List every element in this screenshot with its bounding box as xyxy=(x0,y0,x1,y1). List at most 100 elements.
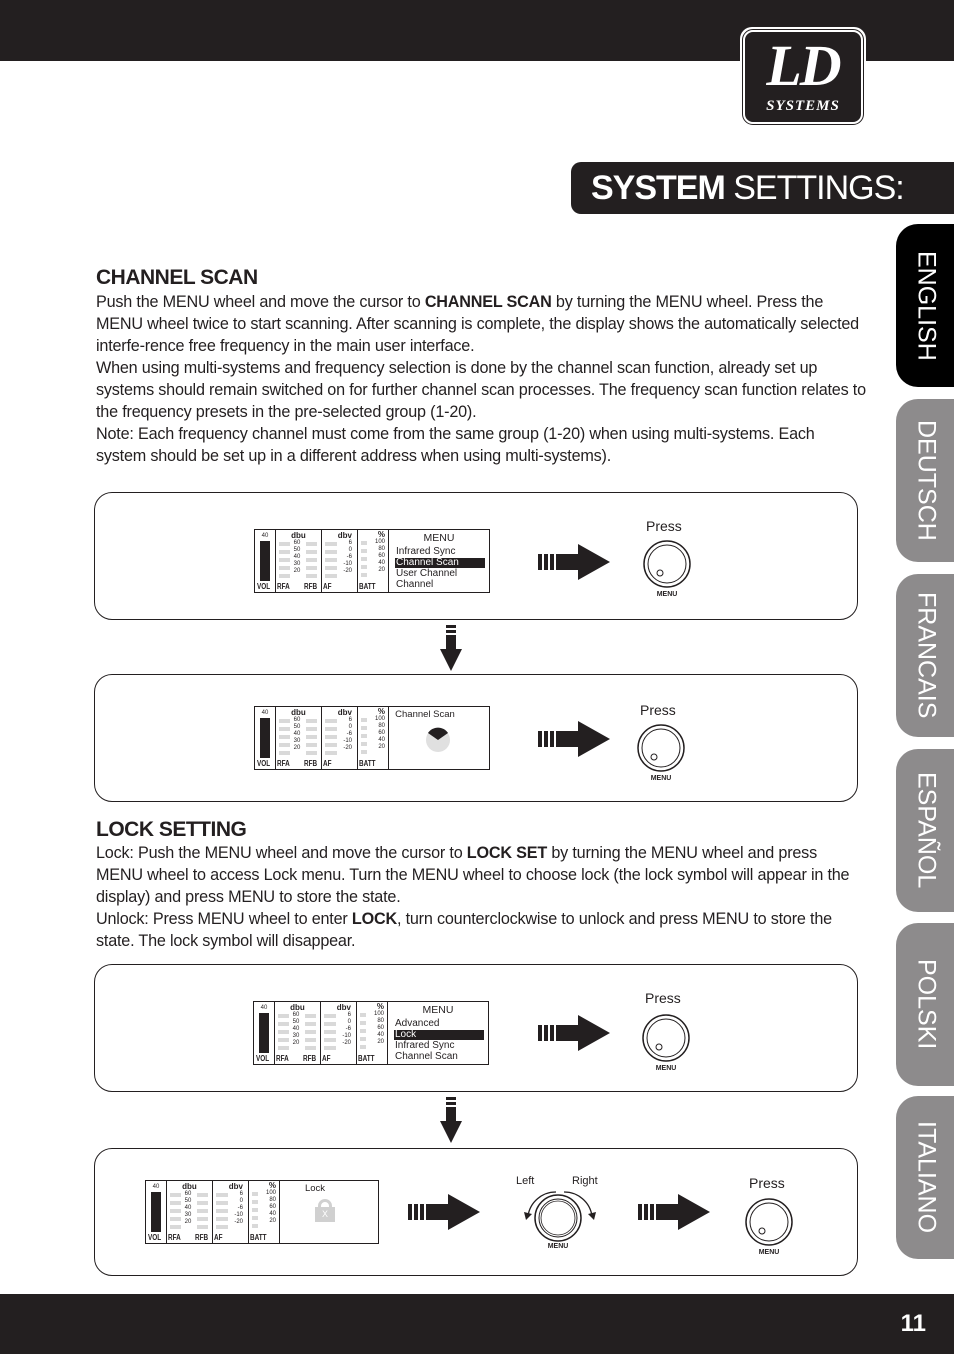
dbu-label: dbu xyxy=(291,531,306,540)
logo-subtext: SYSTEMS xyxy=(766,98,840,114)
rfa-segment xyxy=(279,574,290,578)
lcd-menu-area: Channel Scan xyxy=(389,707,489,769)
rfa-segment xyxy=(279,727,290,731)
vol-label: VOL xyxy=(148,1233,162,1242)
right-arrow-icon xyxy=(538,721,610,757)
vol-top: 40 xyxy=(152,1184,160,1190)
channel-scan-heading: CHANNEL SCAN xyxy=(96,266,258,289)
menu-label: MENU xyxy=(657,591,678,598)
rfa-segment xyxy=(278,1038,289,1042)
tab-francais[interactable]: FRANCAIS xyxy=(896,574,954,737)
dbu-tick: 30 xyxy=(293,738,301,744)
batt-label: BATT xyxy=(250,1233,267,1242)
menu-item: Infrared Sync xyxy=(395,1040,455,1051)
text-bold: LOCK xyxy=(351,910,397,928)
pct-tick: 20 xyxy=(378,744,385,750)
rotate-knob-icon[interactable]: MENU xyxy=(520,1186,600,1252)
dbv-tick: -6 xyxy=(345,1026,351,1032)
dbu-label: dbu xyxy=(290,1003,305,1012)
tab-label: POLSKI xyxy=(912,959,941,1050)
rf-meter: dbu 60 50 40 30 20 RFA RFB xyxy=(276,707,322,769)
pct-tick: 20 xyxy=(377,1039,384,1045)
text: Unlock: Press MENU wheel to enter xyxy=(96,910,352,928)
pct-tick: 60 xyxy=(269,1204,276,1210)
dbu-tick: 60 xyxy=(293,717,301,723)
af-label: AF xyxy=(323,759,332,768)
right-arrow-icon xyxy=(538,1015,610,1051)
right-arrow-icon xyxy=(638,1194,710,1230)
lcd-menu-area: MENU Infrared Sync Channel Scan User Channe… xyxy=(389,530,489,592)
page-title: SYSTEM SETTINGS: xyxy=(571,162,954,214)
batt-label: BATT xyxy=(358,1054,375,1063)
dbv-label: dbv xyxy=(228,1182,243,1191)
lcd-menu-area: Lock X xyxy=(280,1181,378,1243)
batt-segment xyxy=(360,1029,366,1033)
batt-segment xyxy=(361,734,367,738)
dbu-tick: 60 xyxy=(293,540,301,546)
af-segment xyxy=(325,558,337,562)
tab-english[interactable]: ENGLISH xyxy=(896,224,954,387)
batt-meter: % 100 80 60 40 20 BATT xyxy=(357,1002,388,1064)
dbu-tick: 20 xyxy=(184,1219,192,1225)
pct-tick: 40 xyxy=(269,1211,276,1217)
batt-segment xyxy=(252,1216,258,1220)
batt-segment xyxy=(361,565,367,569)
rfb-label: RFB xyxy=(304,759,318,768)
dbv-tick: -6 xyxy=(346,731,352,737)
rfa-label: RFA xyxy=(277,759,290,768)
text: When using multi-systems and frequency s… xyxy=(96,359,866,421)
text: Note: Each frequency channel must come f… xyxy=(96,425,815,465)
dbv-tick: -10 xyxy=(342,1033,351,1039)
menu-label: MENU xyxy=(759,1249,780,1256)
rfa-label: RFA xyxy=(276,1054,289,1063)
dbv-tick: -6 xyxy=(346,554,352,560)
tab-polski[interactable]: POLSKI xyxy=(896,923,954,1086)
channel-scan-text: Push the MENU wheel and move the cursor … xyxy=(96,291,866,467)
rf-meter: dbu 60 50 40 30 20 RFA RFB xyxy=(275,1002,321,1064)
pct-tick: 100 xyxy=(373,1011,384,1017)
rf-meter: dbu 60 50 40 30 20 RFA RFB xyxy=(167,1181,213,1243)
rfa-segment xyxy=(278,1046,289,1050)
ld-systems-logo: LD SYSTEMS xyxy=(740,27,866,127)
dbv-tick: -10 xyxy=(343,738,352,744)
rfa-segment xyxy=(279,542,290,546)
rfa-segment xyxy=(279,550,290,554)
rfa-label: RFA xyxy=(277,582,290,591)
press-label: Press xyxy=(640,702,676,718)
down-arrow-icon xyxy=(440,625,462,671)
rfb-segment xyxy=(306,558,317,562)
dbu-tick: 40 xyxy=(293,554,301,560)
af-meter: dbv 6 0 -6 -10 -20 AF xyxy=(213,1181,249,1243)
menu-knob-icon[interactable]: MENU xyxy=(637,535,697,605)
tab-espanol[interactable]: ESPAÑOL xyxy=(896,749,954,912)
down-arrow-icon xyxy=(440,1097,462,1143)
rfb-segment xyxy=(305,1038,316,1042)
batt-segment xyxy=(361,750,367,754)
dbu-tick: 60 xyxy=(184,1191,192,1197)
rfb-segment xyxy=(197,1209,208,1213)
vol-bar xyxy=(260,541,270,581)
af-segment xyxy=(216,1225,228,1229)
dbu-tick: 60 xyxy=(292,1012,300,1018)
af-meter: dbv 6 0 -6 -10 -20 AF xyxy=(322,707,358,769)
lcd-display-channel-scan: 40 VOL dbu 60 50 40 30 20 RFA RFB dbv 6 0 -6 -10 -20 AF%… xyxy=(254,706,490,770)
dbv-tick: -10 xyxy=(234,1212,243,1218)
right-arrow-icon xyxy=(538,544,610,580)
menu-knob-icon[interactable]: MENU xyxy=(739,1193,799,1263)
af-segment xyxy=(325,735,337,739)
af-segment xyxy=(324,1022,336,1026)
menu-knob-icon[interactable]: MENU xyxy=(636,1009,696,1079)
tab-label: ITALIANO xyxy=(912,1121,941,1234)
dbv-tick: -20 xyxy=(343,745,352,751)
vol-meter: 40 VOL xyxy=(146,1181,167,1243)
lock-setting-text: Lock: Push the MENU wheel and move the c… xyxy=(96,842,866,952)
af-label: AF xyxy=(322,1054,331,1063)
menu-knob-icon[interactable]: MENU xyxy=(631,719,691,789)
pct-label: % xyxy=(377,530,385,539)
screen-title: Channel Scan xyxy=(395,709,455,720)
tab-italiano[interactable]: ITALIANO xyxy=(896,1096,954,1259)
tab-deutsch[interactable]: DEUTSCH xyxy=(896,399,954,562)
pct-tick: 40 xyxy=(378,560,385,566)
pct-tick: 80 xyxy=(377,1018,384,1024)
vol-label: VOL xyxy=(257,582,271,591)
